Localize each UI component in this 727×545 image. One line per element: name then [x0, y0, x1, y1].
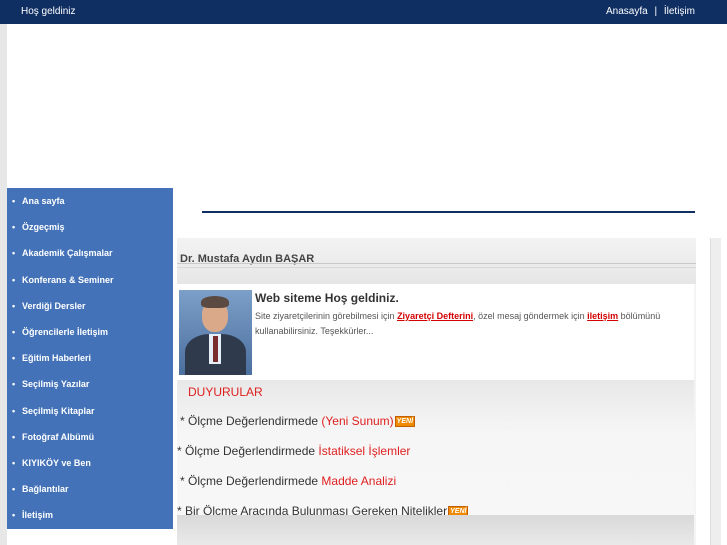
sidebar-item-label: Özgeçmiş [22, 222, 65, 233]
sidebar-item-label: Konferans & Seminer [22, 274, 114, 285]
guestbook-link[interactable]: Ziyaretçi Defterini [397, 311, 473, 321]
content-panel: Dr. Mustafa Aydın BAŞAR Web siteme Hoş g… [177, 238, 696, 545]
welcome-section: Web siteme Hoş geldiniz. Site ziyaretçil… [177, 284, 694, 380]
bullet-icon: • [12, 327, 16, 338]
sidebar-item-label: Öğrencilerle İletişim [22, 327, 109, 338]
sidebar-item-label: Akademik Çalışmalar [22, 248, 113, 259]
panel-footer-bar [177, 515, 694, 545]
bullet-icon: • [12, 405, 16, 416]
top-links: Anasayfa | İletişim [606, 6, 695, 17]
profile-photo [179, 290, 252, 375]
announcement-text: * Ölçme Değerlendirmede [180, 474, 322, 488]
sidebar-item-label: Eğitim Haberleri [22, 353, 92, 364]
sidebar-item-articles[interactable]: • Seçilmiş Yazılar [7, 371, 173, 397]
panel-header: Dr. Mustafa Aydın BAŞAR [177, 238, 696, 284]
sidebar-item-label: Bağlantılar [22, 484, 69, 495]
sidebar-menu: • Ana sayfa • Özgeçmiş • Akademik Çalışmala… [7, 188, 173, 529]
left-edge [0, 24, 7, 545]
bullet-icon: • [12, 300, 16, 311]
sidebar-item-label: Seçilmiş Kitaplar [22, 405, 95, 416]
announcement-link[interactable]: Madde Analizi [321, 474, 396, 488]
bullet-icon: • [12, 457, 16, 468]
bullet-icon: • [12, 510, 16, 521]
bullet-icon: • [12, 431, 16, 442]
sidebar-item-photos[interactable]: • Fotoğraf Albümü [7, 424, 173, 450]
bullet-icon: • [12, 248, 16, 259]
sidebar-item-label: Ana sayfa [22, 196, 65, 207]
sidebar-item-conference[interactable]: • Konferans & Seminer [7, 267, 173, 293]
sidebar-item-kiyikoy[interactable]: • KIYIKÖY ve Ben [7, 450, 173, 476]
sidebar-item-academic[interactable]: • Akademik Çalışmalar [7, 240, 173, 266]
sidebar-item-label: Verdiği Dersler [22, 300, 86, 311]
sidebar-item-label: Fotoğraf Albümü [22, 431, 95, 442]
welcome-text: Hoş geldiniz [21, 6, 76, 17]
sidebar-item-students[interactable]: • Öğrencilerle İletişim [7, 319, 173, 345]
announcements-title: DUYURULAR [188, 385, 263, 399]
welcome-text-part: Site ziyaretçilerinin görebilmesi için [255, 311, 398, 321]
sidebar-item-cv[interactable]: • Özgeçmiş [7, 214, 173, 240]
bullet-icon: • [12, 379, 16, 390]
announcement-link[interactable]: (Yeni Sunum) [321, 414, 393, 428]
sidebar-item-news[interactable]: • Eğitim Haberleri [7, 345, 173, 371]
sidebar-item-books[interactable]: • Seçilmiş Kitaplar [7, 398, 173, 424]
scrollbar[interactable] [710, 238, 721, 545]
home-link[interactable]: Anasayfa [606, 6, 648, 17]
announcement-item[interactable]: * Ölçme Değerlendirmede Madde Analizi [180, 474, 396, 488]
new-badge-icon: YENİ [394, 416, 416, 427]
bullet-icon: • [12, 274, 16, 285]
bullet-icon: • [12, 222, 16, 233]
welcome-heading: Web siteme Hoş geldiniz. [255, 291, 399, 305]
sidebar-item-courses[interactable]: • Verdiği Dersler [7, 293, 173, 319]
header-rule [177, 267, 696, 268]
header-divider [202, 211, 695, 213]
announcement-text: * Ölçme Değerlendirmede [180, 414, 322, 428]
contact-link[interactable]: İletişim [664, 6, 695, 17]
bullet-icon: • [12, 353, 16, 364]
sidebar-item-contact[interactable]: • İletişim [7, 502, 173, 528]
bullet-icon: • [12, 196, 16, 207]
header-rule [177, 263, 696, 264]
sidebar-item-links[interactable]: • Bağlantılar [7, 476, 173, 502]
announcement-item[interactable]: * Ölçme Değerlendirmede İstatiksel İşlem… [177, 444, 410, 458]
sidebar-item-label: Seçilmiş Yazılar [22, 379, 90, 390]
sidebar-item-label: İletişim [22, 510, 54, 521]
welcome-text-part: , özel mesaj göndermek için [473, 311, 588, 321]
announcement-text: * Ölçme Değerlendirmede [177, 444, 319, 458]
bullet-icon: • [12, 484, 16, 495]
link-separator: | [654, 6, 658, 17]
announcement-link[interactable]: İstatiksel İşlemler [318, 444, 410, 458]
welcome-text: Site ziyaretçilerinin görebilmesi için Z… [255, 309, 685, 339]
announcements-section: DUYURULAR * Ölçme Değerlendirmede (Yeni … [177, 380, 694, 518]
contact-inline-link[interactable]: iletişim [587, 311, 618, 321]
top-bar: Hoş geldiniz Anasayfa | İletişim [0, 0, 727, 24]
announcement-item[interactable]: * Ölçme Değerlendirmede (Yeni Sunum) YENİ [180, 414, 416, 428]
sidebar-item-home[interactable]: • Ana sayfa [7, 188, 173, 214]
sidebar-item-label: KIYIKÖY ve Ben [22, 457, 91, 468]
